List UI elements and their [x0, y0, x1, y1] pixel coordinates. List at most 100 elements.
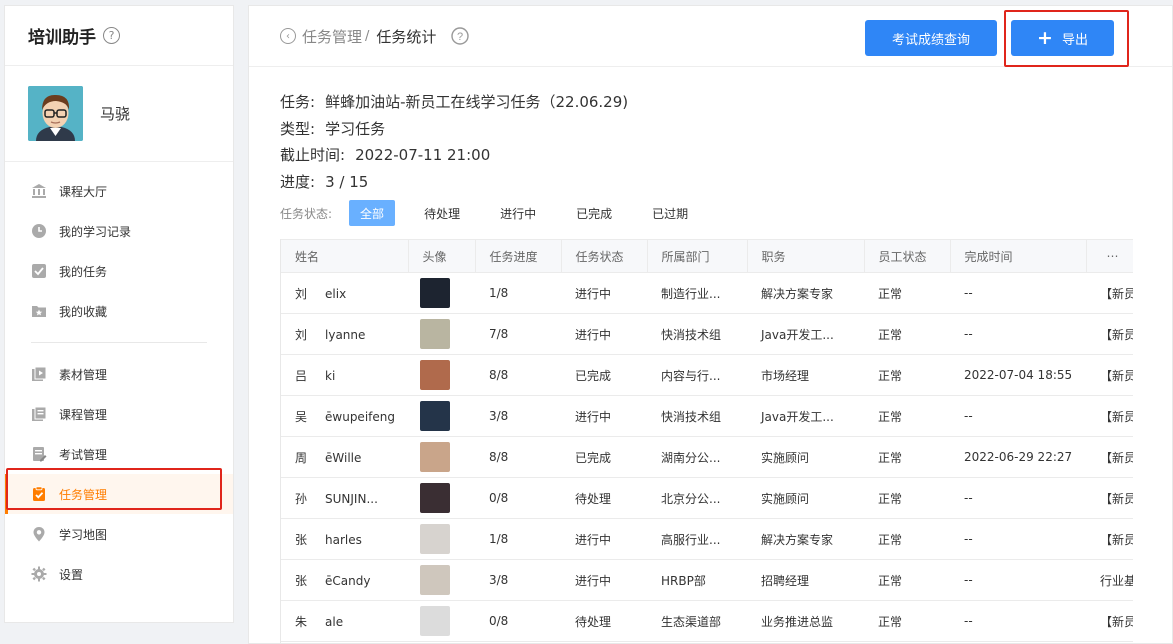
cell-emp-status: 正常 [864, 354, 950, 396]
cell-dept: 生态渠道部 [647, 600, 747, 642]
cell-title: Java开发工... [747, 395, 864, 437]
cell-dept: 制造行业... [647, 272, 747, 314]
cell-done-time: -- [950, 518, 1086, 560]
table-row[interactable]: 刘 lyanne 7/8 进行中 快消技术组 Java开发工... 正常 -- 【新员 [281, 313, 1133, 355]
help-icon[interactable]: ? [103, 27, 120, 44]
cell-name: 刘 lyanne [281, 313, 408, 355]
sidebar-item-label: 我的收藏 [59, 304, 108, 319]
sidebar-item-task-mgmt[interactable]: 任务管理 [5, 474, 233, 514]
sidebar-item-materials[interactable]: 素材管理 [5, 354, 233, 394]
cell-title: 招聘经理 [747, 559, 864, 601]
cell-status: 进行中 [561, 518, 647, 560]
cell-done-time: -- [950, 477, 1086, 519]
cell-done-time: -- [950, 395, 1086, 437]
table-row[interactable]: 吴 ēwupeifeng 3/8 进行中 快消技术组 Java开发工... 正常 -- 【新员 [281, 395, 1133, 437]
table-row[interactable]: 吕 ki 8/8 已完成 内容与行... 市场经理 正常 2022-07-04 18:55 【新… [281, 354, 1133, 396]
cell-avatar [408, 313, 475, 355]
col-more-icon[interactable]: ⋯ [1086, 239, 1133, 273]
sidebar-item-settings[interactable]: 设置 [5, 554, 233, 594]
table-row[interactable]: 孙 SUNJIN... 0/8 待处理 北京分公... 实施顾问 正常 -- 【新员 [281, 477, 1133, 519]
cell-extra: 【新员 [1086, 518, 1133, 560]
cell-status: 待处理 [561, 600, 647, 642]
clock-icon [31, 223, 47, 239]
clipboard-check-icon [31, 486, 47, 502]
cell-progress: 3/8 [475, 395, 561, 437]
sidebar-item-exam-mgmt[interactable]: 考试管理 [5, 434, 233, 474]
avatar [420, 360, 450, 390]
cell-status: 已完成 [561, 436, 647, 478]
cell-progress: 7/8 [475, 313, 561, 355]
filter-in-progress[interactable]: 进行中 [489, 200, 547, 226]
cell-progress: 0/8 [475, 600, 561, 642]
cell-name: 刘 elix [281, 272, 408, 314]
exam-score-query-button[interactable]: 考试成绩查询 [865, 20, 997, 56]
cell-progress: 1/8 [475, 272, 561, 314]
page-title: 任务统计 [376, 27, 437, 46]
crumb-parent-link[interactable]: 任务管理 [302, 26, 362, 47]
cell-dept: 北京分公... [647, 477, 747, 519]
sidebar-item-favorites[interactable]: 我的收藏 [5, 291, 233, 331]
star-folder-icon [31, 303, 47, 319]
cell-dept: 快消技术组 [647, 313, 747, 355]
table-row[interactable]: 张 harles 1/8 进行中 高服行业... 解决方案专家 正常 -- 【新员 [281, 518, 1133, 560]
task-name-row: 任务: 鲜蜂加油站-新员工在线学习任务（22.06.29) [280, 93, 629, 111]
col-title[interactable]: 职务 [747, 239, 865, 273]
col-dept[interactable]: 所属部门 [647, 239, 748, 273]
cell-extra: 【新员 [1086, 600, 1133, 642]
table-row[interactable]: 周 ēWille 8/8 已完成 湖南分公... 实施顾问 正常 2022-06-29 22:… [281, 436, 1133, 478]
col-done-time[interactable]: 完成时间 [950, 239, 1087, 273]
task-type-row: 类型: 学习任务 [280, 119, 386, 138]
cell-extra: 行业基 [1086, 559, 1133, 601]
cell-emp-status: 正常 [864, 600, 950, 642]
filter-expired[interactable]: 已过期 [641, 200, 699, 226]
cell-emp-status: 正常 [864, 395, 950, 437]
avatar [420, 319, 450, 349]
cell-extra: 【新员 [1086, 436, 1133, 478]
exam-score-query-label: 考试成绩查询 [891, 32, 970, 48]
cell-done-time: 2022-06-29 22:27 [950, 436, 1086, 478]
sidebar-item-course-mgmt[interactable]: 课程管理 [5, 394, 233, 434]
sidebar-item-course-hall[interactable]: 课程大厅 [5, 171, 233, 211]
help-icon[interactable]: ? [451, 27, 470, 45]
cell-avatar [408, 600, 475, 642]
cell-name: 孙 SUNJIN... [281, 477, 408, 519]
cell-dept: 高服行业... [647, 518, 747, 560]
col-name[interactable]: 姓名 [281, 239, 409, 273]
filter-pending[interactable]: 待处理 [413, 200, 471, 226]
deadline: 2022-07-11 21:00 [355, 146, 491, 164]
cell-progress: 0/8 [475, 477, 561, 519]
progress-row: 进度: 3 / 15 [280, 172, 369, 191]
sidebar-item-learning-map[interactable]: 学习地图 [5, 514, 233, 554]
filter-completed[interactable]: 已完成 [565, 200, 623, 226]
cell-extra: 【新员 [1086, 477, 1133, 519]
exam-icon [31, 446, 47, 462]
cell-done-time: -- [950, 272, 1086, 314]
cell-name: 朱 ale [281, 600, 408, 642]
table-row[interactable]: 刘 elix 1/8 进行中 制造行业... 解决方案专家 正常 -- 【新员 [281, 272, 1133, 314]
cell-progress: 1/8 [475, 518, 561, 560]
export-button[interactable]: + 导出 [1011, 20, 1114, 56]
sidebar-item-study-record[interactable]: 我的学习记录 [5, 211, 233, 251]
cell-title: 解决方案专家 [747, 272, 864, 314]
sidebar: 培训助手 ? 马骁 课程大厅 我的学习记录 我的任务 我的收藏 素材管理 课程管… [4, 5, 234, 623]
cell-name: 周 ēWille [281, 436, 408, 478]
cell-extra: 【新员 [1086, 272, 1133, 314]
user-card: 马骁 [5, 66, 233, 162]
col-emp-status[interactable]: 员工状态 [864, 239, 951, 273]
table-row[interactable]: 朱 ale 0/8 待处理 生态渠道部 业务推进总监 正常 -- 【新员 [281, 600, 1133, 642]
cell-avatar [408, 354, 475, 396]
cell-done-time: -- [950, 600, 1086, 642]
cell-emp-status: 正常 [864, 313, 950, 355]
chevron-left-icon[interactable]: ‹ [280, 28, 296, 44]
plus-icon: + [1037, 26, 1053, 49]
cell-dept: 快消技术组 [647, 395, 747, 437]
avatar [28, 86, 83, 141]
table-row[interactable]: 张 ēCandy 3/8 进行中 HRBP部 招聘经理 正常 -- 行业基 [281, 559, 1133, 601]
avatar [420, 278, 450, 308]
cell-dept: 湖南分公... [647, 436, 747, 478]
col-progress[interactable]: 任务进度 [475, 239, 562, 273]
sidebar-item-my-tasks[interactable]: 我的任务 [5, 251, 233, 291]
filter-all[interactable]: 全部 [349, 200, 396, 226]
avatar [420, 565, 450, 595]
col-status[interactable]: 任务状态 [561, 239, 648, 273]
